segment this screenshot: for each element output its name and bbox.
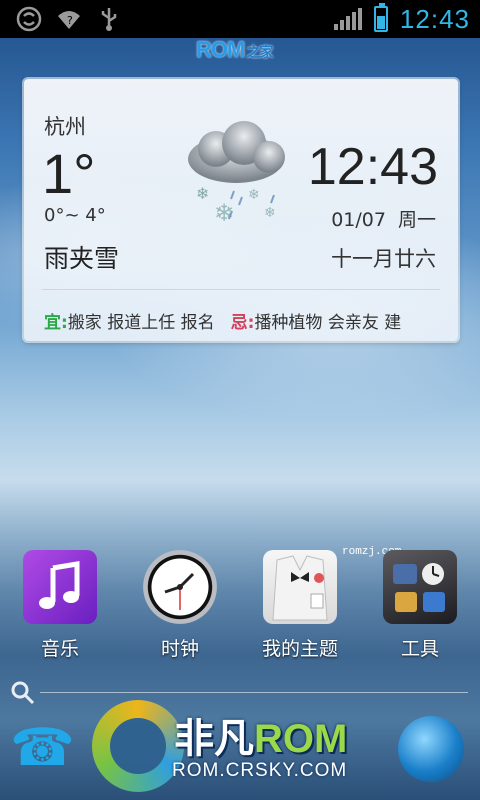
almanac-yi-text: 搬家 报道上任 报名	[67, 313, 215, 333]
almanac-ji-text: 播种植物 会亲友 建	[254, 313, 402, 333]
status-bar: ? 12:43	[0, 0, 480, 38]
weather-range: 0°~ 4°	[44, 205, 106, 226]
weather-city: 杭州	[44, 115, 86, 139]
browser-icon[interactable]	[398, 716, 464, 782]
usb-icon	[96, 6, 122, 32]
weather-widget[interactable]: 杭州 1° 0°~ 4° 雨夹雪 ❄ ❄ ❄ ❄ 12:43 01/07 周一 …	[24, 79, 458, 341]
watermark-top-text: ROM	[196, 37, 245, 62]
status-clock: 12:43	[399, 3, 470, 34]
clock-icon	[143, 550, 217, 624]
weather-temperature: 1°	[42, 142, 96, 205]
app-label-tools: 工具	[400, 638, 439, 660]
weather-lunar-date: 十一月廿六	[331, 247, 436, 271]
app-music[interactable]: 音乐	[5, 550, 115, 661]
almanac-ji-label: 忌:	[230, 313, 255, 333]
wifi-icon: ?	[56, 6, 82, 32]
bottom-watermark-title-b: ROM	[254, 717, 348, 761]
bottom-watermark-title: 非凡ROM	[174, 706, 347, 764]
watermark-top-suffix: 之家	[246, 44, 273, 60]
music-icon	[23, 550, 97, 624]
signal-icon	[333, 8, 362, 30]
watermark-logo-icon	[92, 700, 184, 792]
almanac-yi-label: 宜:	[44, 313, 68, 333]
search-divider	[40, 692, 468, 693]
weather-time: 12:43	[307, 138, 438, 196]
status-left-icons: ?	[16, 6, 122, 32]
weather-almanac: 宜:搬家 报道上任 报名 忌:播种植物 会亲友 建	[44, 308, 401, 333]
svg-text:❄: ❄	[248, 187, 260, 203]
bottom-watermark-title-a: 非凡	[174, 717, 254, 761]
sleet-cloud-icon: ❄ ❄ ❄ ❄	[174, 119, 294, 229]
app-label-clock: 时钟	[160, 638, 199, 660]
app-tools[interactable]: 工具	[365, 550, 475, 661]
watermark-top: ROM 之家	[196, 37, 273, 63]
search-icon[interactable]	[10, 680, 36, 706]
weather-condition: 雨夹雪	[44, 244, 120, 273]
sync-icon	[16, 6, 42, 32]
weather-date: 01/07 周一	[331, 209, 436, 231]
bottom-watermark-url: ROM.CRSKY.COM	[172, 760, 348, 781]
app-theme[interactable]: 我的主题	[245, 550, 355, 661]
app-label-music: 音乐	[40, 638, 79, 660]
status-right-icons: 12:43	[333, 0, 470, 38]
theme-icon	[263, 550, 337, 624]
battery-icon	[373, 3, 388, 32]
svg-text:?: ?	[67, 14, 73, 27]
phone-icon[interactable]: ☎	[10, 716, 75, 780]
svg-text:❄: ❄	[264, 205, 276, 221]
tools-icon	[383, 550, 457, 624]
weather-divider	[42, 289, 440, 290]
bottom-watermark: 非凡ROM ROM.CRSKY.COM	[92, 700, 402, 792]
app-label-theme: 我的主题	[261, 638, 338, 660]
svg-text:❄: ❄	[196, 184, 209, 203]
app-clock[interactable]: 时钟	[125, 550, 235, 661]
